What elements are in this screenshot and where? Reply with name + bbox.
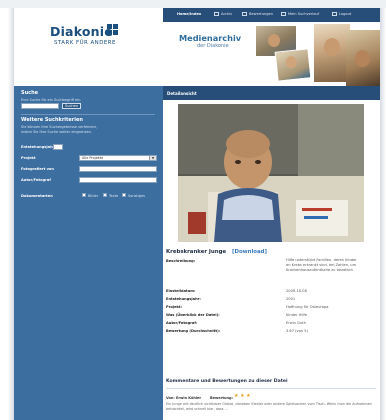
project-select[interactable]: Alle Projekte ▼ [79, 155, 157, 161]
nav-bullet-icon [281, 12, 286, 16]
author-detail-value: Erwin Guth [286, 321, 306, 325]
search-hint: Eine Suche für ein Suchbegriff ein [21, 98, 81, 102]
media-title: Krebskranker Junge [166, 249, 227, 255]
page-top-strip [0, 0, 386, 8]
detail-view-heading: Detailansicht [167, 90, 197, 96]
doctype-label: Dokumentarten [21, 194, 53, 198]
checkbox-images[interactable] [82, 193, 86, 197]
comment-author: Von: Erwin Köhler [166, 396, 202, 400]
banner-photo [314, 24, 350, 82]
project-detail-label: Projekt: [166, 305, 183, 309]
nav-ratings[interactable]: Bewertungen [249, 12, 273, 16]
search-input[interactable] [21, 103, 59, 109]
description-value: Hilfe unterstützt Familien, deren Kinder… [286, 258, 357, 273]
rating-detail-value: 3.67 (von 5) [286, 329, 308, 333]
subject-label: Fotografiert von [21, 167, 54, 171]
advanced-hint: Sie können Ihre Suchergebnisse verfeiner… [21, 125, 98, 129]
page-shadow-right [380, 8, 386, 420]
advanced-search-heading: Weitere Suchkriterien [21, 117, 83, 123]
logo-wordmark: Diakonie [50, 24, 113, 39]
comment-rating-label: Bewertung: [210, 396, 233, 400]
checkbox-other-label: Sonstiges [128, 194, 145, 198]
star-rating-icon: ★ ★ ★ [234, 393, 251, 399]
subject-detail-label: Was (Überblick der Datei): [166, 313, 220, 317]
nav-bullet-icon [332, 12, 337, 16]
subject-detail-value: Kinder Hilfe [286, 313, 307, 317]
nav-bullet-icon [242, 12, 247, 16]
checkbox-other[interactable] [122, 193, 126, 197]
top-navigation: Home/Index Archiv Bewertungen Mein Suchv… [163, 8, 380, 22]
subject-input[interactable] [79, 166, 157, 172]
chevron-down-icon: ▼ [149, 156, 156, 160]
nav-search-history[interactable]: Mein Suchverlauf [288, 12, 319, 16]
rating-detail-label: Bewertung (Durchschnitt): [166, 329, 221, 333]
project-select-value: Alle Projekte [82, 156, 104, 160]
comments-heading: Kommentare und Bewertungen zu dieser Dat… [166, 379, 288, 384]
year-detail-label: Entstehungsjahr: [166, 297, 201, 301]
banner-photo [274, 48, 312, 82]
banner-photo [346, 30, 380, 86]
checkbox-images-label: Bilder [88, 194, 99, 198]
advanced-hint: indem Sie Ihre Suche weiter eingrenzen. [21, 130, 92, 134]
year-detail-value: 2001 [286, 297, 296, 301]
sidebar [14, 86, 163, 420]
author-detail-label: Autor/Fotograf: [166, 321, 198, 325]
download-link[interactable]: [Download] [232, 249, 267, 255]
search-button[interactable]: Suchen [62, 103, 81, 109]
search-heading: Suche [21, 90, 39, 96]
logo-tagline: STARK FÜR ANDERE [54, 40, 116, 46]
comment-text: Ein Junge mit deutlich sichtbarer Glatze… [166, 402, 372, 411]
checkbox-texts[interactable] [103, 193, 107, 197]
nav-logout[interactable]: Logout [339, 12, 351, 16]
boy-photo [178, 104, 364, 242]
date-value: 2009-10-08 [286, 289, 307, 293]
project-label: Projekt [21, 156, 36, 160]
logo-area[interactable] [14, 8, 163, 86]
author-label: Autor/Fotograf [21, 178, 51, 182]
year-input[interactable] [53, 144, 63, 150]
project-detail-value: Hoffnung für Osteuropa [286, 305, 329, 309]
nav-bullet-icon [214, 12, 219, 16]
year-label: Entstehungsjahr [21, 145, 55, 149]
detail-view-header: Detailansicht [163, 86, 380, 100]
banner-title: Medienarchiv [179, 33, 242, 43]
diakonie-cross-icon [107, 24, 119, 36]
divider [21, 114, 155, 115]
author-input[interactable] [79, 177, 157, 183]
description-label: Beschreibung: [166, 259, 196, 263]
nav-archive[interactable]: Archiv [221, 12, 232, 16]
checkbox-texts-label: Texte [109, 194, 119, 198]
media-image[interactable] [178, 104, 364, 242]
divider [166, 388, 376, 389]
date-label: Einstelldatum: [166, 289, 196, 293]
nav-home[interactable]: Home/Index [177, 12, 201, 16]
banner-subtitle: der Diakonie [197, 43, 229, 49]
